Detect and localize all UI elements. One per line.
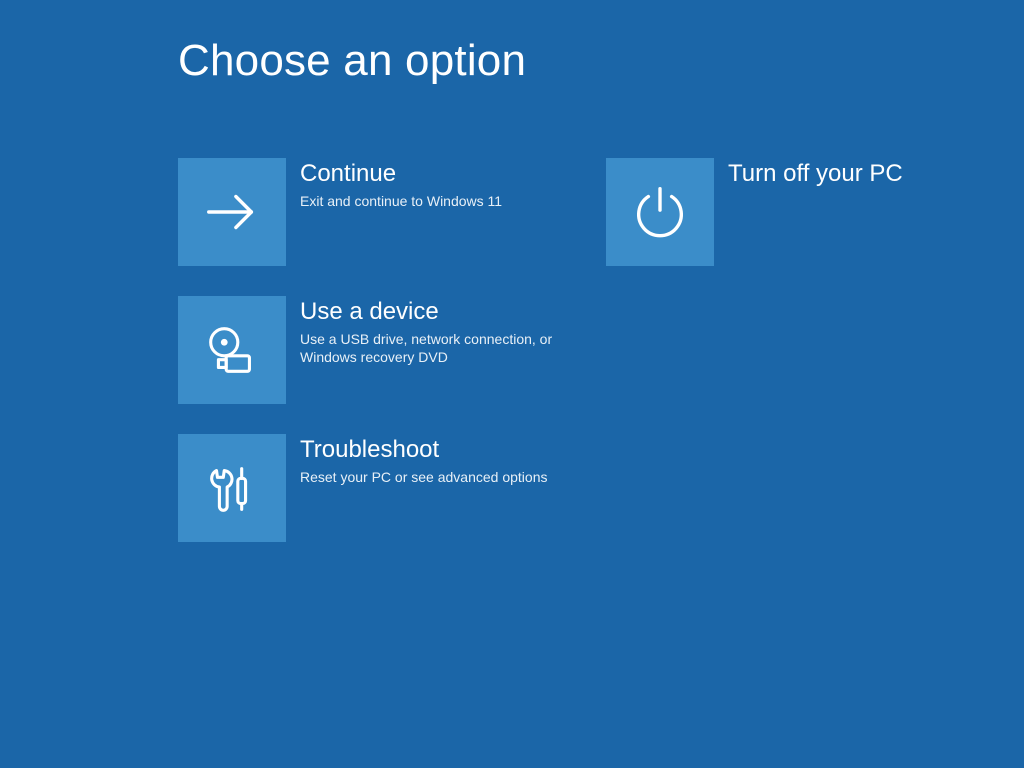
troubleshoot-tile (178, 434, 286, 542)
continue-tile (178, 158, 286, 266)
power-icon (629, 181, 691, 243)
disc-usb-icon (201, 319, 263, 381)
winre-choose-option-screen: Choose an option Continue Exit and conti… (0, 0, 1024, 768)
tools-icon (201, 457, 263, 519)
option-use-device-title: Use a device (300, 298, 560, 326)
option-use-device-labels: Use a device Use a USB drive, network co… (300, 296, 560, 366)
option-troubleshoot-title: Troubleshoot (300, 436, 547, 464)
option-turn-off-title: Turn off your PC (728, 160, 903, 188)
option-continue-title: Continue (300, 160, 502, 188)
options-column-left: Continue Exit and continue to Windows 11 (178, 158, 578, 542)
arrow-right-icon (201, 181, 263, 243)
use-device-tile (178, 296, 286, 404)
option-continue-desc: Exit and continue to Windows 11 (300, 192, 502, 210)
options-grid: Continue Exit and continue to Windows 11 (178, 158, 1006, 542)
option-troubleshoot[interactable]: Troubleshoot Reset your PC or see advanc… (178, 434, 578, 542)
page-title: Choose an option (178, 36, 526, 86)
options-column-right: Turn off your PC (606, 158, 1006, 542)
option-continue[interactable]: Continue Exit and continue to Windows 11 (178, 158, 578, 266)
option-use-device[interactable]: Use a device Use a USB drive, network co… (178, 296, 578, 404)
option-use-device-desc: Use a USB drive, network connection, or … (300, 330, 560, 366)
option-turn-off[interactable]: Turn off your PC (606, 158, 1006, 266)
option-turn-off-labels: Turn off your PC (728, 158, 903, 188)
option-continue-labels: Continue Exit and continue to Windows 11 (300, 158, 502, 210)
option-troubleshoot-desc: Reset your PC or see advanced options (300, 468, 547, 486)
option-troubleshoot-labels: Troubleshoot Reset your PC or see advanc… (300, 434, 547, 486)
turn-off-tile (606, 158, 714, 266)
